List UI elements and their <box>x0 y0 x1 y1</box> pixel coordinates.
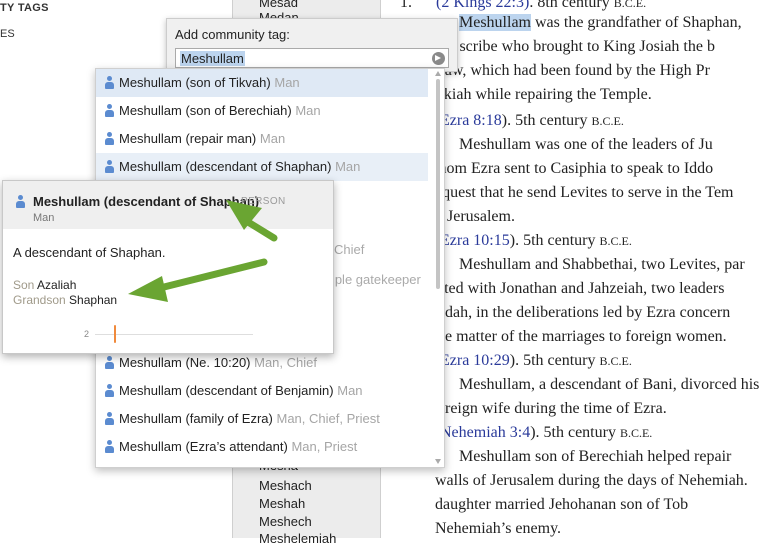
scripture-link[interactable]: Ezra 8:18 <box>440 112 502 129</box>
person-info-card: Meshullam (descendant of Shaphan) PERSON… <box>2 180 334 354</box>
tags-panel-row[interactable]: ES <box>0 28 15 40</box>
article-line: he matter of the marriages to foreign wo… <box>437 328 727 345</box>
person-icon <box>16 195 25 208</box>
article-line: ilkiah while repairing the Temple. <box>435 86 652 103</box>
add-tag-label: Add community tag: <box>175 27 290 42</box>
article-line: Meshullam was one of the leaders of Ju <box>459 136 713 153</box>
suggestion-type: Man, Chief <box>254 355 317 370</box>
article-line: oreign wife during the time of Ezra. <box>437 400 667 417</box>
article-line: (2 Kings 22:3). 8th century B.C.E. <box>436 0 646 12</box>
article-line: Meshullam was the grandfather of Shaphan… <box>459 14 742 31</box>
tags-panel-header: TY TAGS <box>0 0 232 18</box>
scripture-link[interactable]: Nehemiah 3:4 <box>440 424 530 441</box>
article-line: Law, which had been found by the High Pr <box>435 62 710 79</box>
article-line: Nehemiah’s enemy. <box>435 520 562 537</box>
timeline-axis <box>95 334 253 335</box>
add-tag-popup: Add community tag: Meshullam <box>166 18 458 72</box>
timeline-marker <box>113 325 117 343</box>
suggestion-name: Meshullam (repair man) <box>119 131 257 146</box>
name-index-item[interactable]: Meshah <box>259 496 305 511</box>
entity-type-badge: PERSON <box>241 196 286 207</box>
tag-input-value[interactable]: Meshullam <box>180 51 245 66</box>
scripture-link[interactable]: Ezra 10:29 <box>440 352 510 369</box>
person-icon <box>105 384 114 397</box>
entry-number: 1. <box>400 0 412 11</box>
suggestion-name: Meshullam (descendant of Benjamin) <box>119 383 334 398</box>
name-index-item[interactable]: Meshelemiah <box>259 531 336 546</box>
name-index-item[interactable]: Meshach <box>259 478 312 493</box>
article-line: Ezra 10:29). 5th century B.C.E. <box>440 352 632 369</box>
scripture-link[interactable]: (2 Kings 22:3) <box>436 0 529 11</box>
name-index-item[interactable]: Meshech <box>259 514 312 529</box>
suggestion-type: Man <box>259 131 286 146</box>
relation-value[interactable]: Shaphan <box>69 293 117 307</box>
suggestion-type: Man <box>295 103 321 118</box>
suggestion-item[interactable]: Meshullam (family of Ezra) Man, Chief, P… <box>96 405 428 433</box>
relation-value[interactable]: Azaliah <box>37 278 76 292</box>
suggestion-name: Meshullam (family of Ezra) <box>119 411 273 426</box>
suggestion-type: Man <box>274 75 300 90</box>
person-icon <box>105 132 114 145</box>
scrollbar-thumb[interactable] <box>436 79 440 289</box>
suggestion-name: Meshullam (son of Tikvah) <box>119 75 271 90</box>
scripture-link[interactable]: Ezra 10:15 <box>440 232 510 249</box>
article-line: ated with Jonathan and Jahzeiah, two lea… <box>437 280 725 297</box>
suggestion-item[interactable]: Meshullam (son of Berechiah) Man <box>96 97 428 125</box>
article-line: Meshullam son of Berechiah helped repair <box>459 448 732 465</box>
person-icon <box>105 76 114 89</box>
suggestion-name: Meshullam (descendant of Shaphan) <box>119 159 332 174</box>
suggestion-type: Man, Chief, Priest <box>276 411 380 426</box>
article-line: n Jerusalem. <box>435 208 515 225</box>
article-line: Ezra 8:18). 5th century B.C.E. <box>440 112 624 129</box>
tag-input-field[interactable]: Meshullam <box>175 48 449 68</box>
timeline-label: 2 <box>84 329 90 339</box>
obscured-suggestion-text: Chief <box>334 242 365 257</box>
person-icon <box>105 412 114 425</box>
relation-row: Grandson Shaphan <box>13 293 117 307</box>
suggestion-type: Man, Priest <box>291 439 358 454</box>
name-index-item[interactable]: Mesad <box>259 0 298 10</box>
article-line: rt’s scribe who brought to King Josiah t… <box>435 38 715 55</box>
article-line: Ezra 10:15). 5th century B.C.E. <box>440 232 632 249</box>
relation-row: Son Azaliah <box>13 278 76 292</box>
article-line: equest that he send Levites to serve in … <box>435 184 734 201</box>
suggestion-item[interactable]: Meshullam (descendant of Benjamin) Man <box>96 377 428 405</box>
obscured-suggestion-text: mple gatekeeper <box>324 272 421 287</box>
suggestion-type: Man <box>337 383 363 398</box>
suggestion-item[interactable]: Meshullam (descendant of Shaphan) Man <box>96 153 428 181</box>
article-line: whom Ezra sent to Casiphia to speak to I… <box>427 160 714 177</box>
scroll-down-icon[interactable] <box>435 459 441 464</box>
relation-key: Grandson <box>13 293 66 307</box>
suggestion-type: Man <box>335 159 361 174</box>
suggestion-item[interactable]: Meshullam (repair man) Man <box>96 125 428 153</box>
relation-key: Son <box>13 278 35 292</box>
person-icon <box>105 160 114 173</box>
scroll-up-icon[interactable] <box>435 71 441 76</box>
article-line: walls of Jerusalem during the days of Ne… <box>435 472 748 489</box>
card-description: A descendant of Shaphan. <box>13 245 166 260</box>
go-arrow-icon[interactable] <box>432 52 445 65</box>
selected-word[interactable]: Meshullam <box>459 14 531 31</box>
suggestion-name: Meshullam (Ne. 10:20) <box>119 355 251 370</box>
card-header: Meshullam (descendant of Shaphan) PERSON… <box>3 181 333 229</box>
person-icon <box>105 356 114 369</box>
card-title[interactable]: Meshullam (descendant of Shaphan) <box>33 194 259 209</box>
card-subtitle: Man <box>33 212 55 224</box>
person-icon <box>105 440 114 453</box>
article-line: Nehemiah 3:4). 5th century B.C.E. <box>440 424 653 441</box>
suggestion-item[interactable]: Meshullam (Ezra’s attendant) Man, Priest <box>96 433 428 461</box>
person-icon <box>105 104 114 117</box>
article-line: Meshullam and Shabbethai, two Levites, p… <box>459 256 745 273</box>
article-line: daughter married Jehohanan son of Tob <box>435 496 689 513</box>
suggestion-name: Meshullam (son of Berechiah) <box>119 103 292 118</box>
suggestion-item[interactable]: Meshullam (son of Tikvah) Man <box>96 69 428 97</box>
tags-panel-title: TY TAGS <box>0 2 49 14</box>
article-line: udah, in the deliberations led by Ezra c… <box>437 304 731 321</box>
article-line: Meshullam, a descendant of Bani, divorce… <box>459 376 760 393</box>
suggestion-name: Meshullam (Ezra’s attendant) <box>119 439 288 454</box>
